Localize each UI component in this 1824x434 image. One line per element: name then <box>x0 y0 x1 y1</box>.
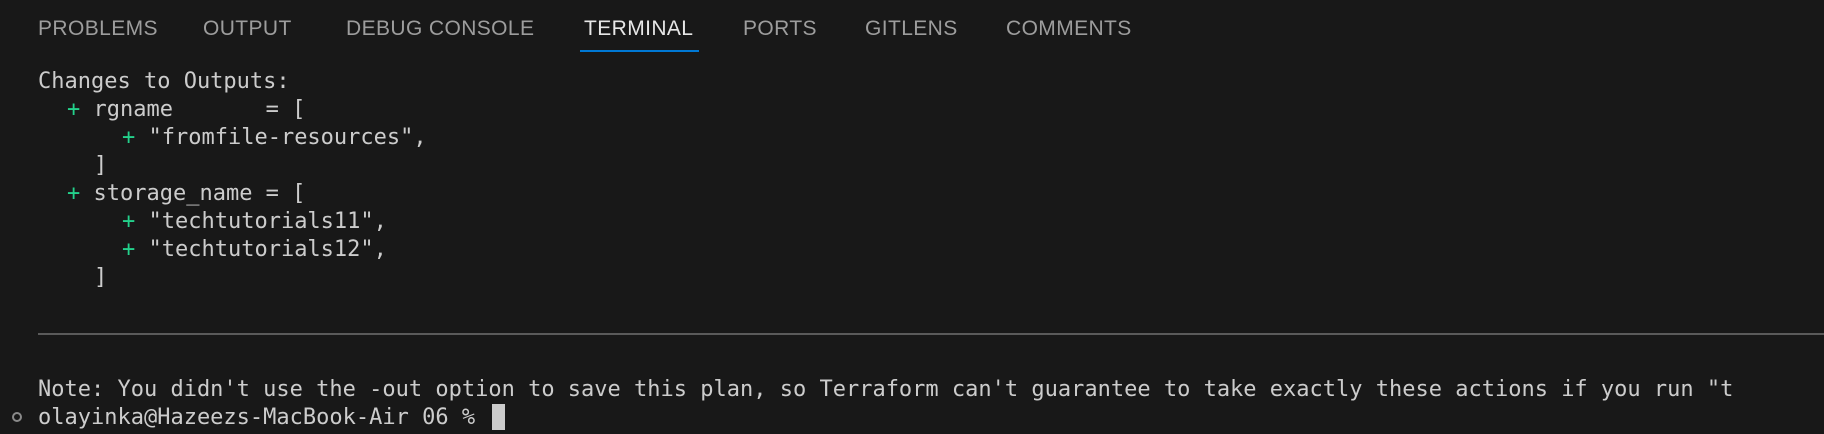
panel-tab-bar: PROBLEMS OUTPUT DEBUG CONSOLE TERMINAL P… <box>0 0 1824 60</box>
output-line-text: rgname = [ <box>80 97 306 122</box>
output-line: + storage_name = [ <box>67 180 305 208</box>
text-cursor <box>492 404 506 430</box>
prompt-line[interactable]: olayinka@Hazeezs-MacBook-Air 06 % <box>0 404 1824 432</box>
tab-terminal[interactable]: TERMINAL <box>584 17 693 41</box>
output-line: + "fromfile-resources", <box>122 124 427 152</box>
plus-sign: + <box>122 125 136 150</box>
output-line-text: "techtutorials11", <box>135 209 387 234</box>
active-tab-indicator <box>580 50 699 52</box>
output-heading: Changes to Outputs: <box>38 69 290 94</box>
output-line: ] <box>94 264 107 292</box>
tab-gitlens[interactable]: GITLENS <box>865 17 958 41</box>
output-line-text: ] <box>94 265 108 290</box>
tab-debug-console[interactable]: DEBUG CONSOLE <box>346 17 534 41</box>
output-line-text: storage_name = [ <box>80 181 306 206</box>
shell-prompt: olayinka@Hazeezs-MacBook-Air 06 % <box>38 405 489 430</box>
output-line: + rgname = [ <box>67 96 305 124</box>
terraform-note: Note: You didn't use the -out option to … <box>38 377 1734 402</box>
terminal-panel: PROBLEMS OUTPUT DEBUG CONSOLE TERMINAL P… <box>0 0 1824 434</box>
output-line-text: ] <box>94 153 108 178</box>
plus-sign: + <box>122 209 136 234</box>
output-line: + "techtutorials11", <box>122 208 387 236</box>
tab-comments[interactable]: COMMENTS <box>1006 17 1132 41</box>
output-line: ] <box>94 152 107 180</box>
plus-sign: + <box>122 237 136 262</box>
tab-output[interactable]: OUTPUT <box>203 17 292 41</box>
plus-sign: + <box>67 181 81 206</box>
separator-line <box>38 333 1824 335</box>
circle-icon[interactable] <box>12 412 22 422</box>
tab-problems[interactable]: PROBLEMS <box>38 17 158 41</box>
tab-ports[interactable]: PORTS <box>743 17 817 41</box>
output-line-text: "fromfile-resources", <box>135 125 427 150</box>
output-line: + "techtutorials12", <box>122 236 387 264</box>
output-line-text: "techtutorials12", <box>135 237 387 262</box>
plus-sign: + <box>67 97 81 122</box>
